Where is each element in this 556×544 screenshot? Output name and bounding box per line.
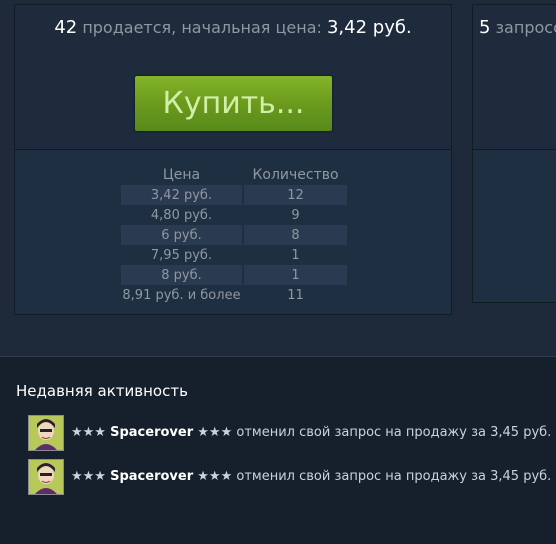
sell-label: продается, начальная цена: [82, 18, 322, 37]
row-quantity: 12 [244, 185, 347, 205]
table-header-row: Цена Количество [121, 165, 347, 185]
table-row: 8 руб. 1 [121, 265, 347, 285]
recent-activity-title: Недавняя активность [16, 382, 188, 400]
activity-item: ★★★ Spacerover ★★★ отменил свой запрос н… [28, 459, 551, 497]
row-price: 4,80 руб. [150, 207, 213, 223]
price-column-header: Цена [162, 167, 201, 183]
activity-description: отменил свой запрос на продажу за 3,45 р… [236, 425, 552, 440]
row-price: 8 руб. [121, 265, 242, 285]
activity-description: отменил свой запрос на продажу за 3,45 р… [236, 469, 552, 484]
buy-count: 5 [479, 17, 491, 38]
buy-label: запросо [495, 18, 556, 37]
avatar[interactable] [28, 459, 64, 495]
sell-summary: 42 продается, начальная цена: 3,42 руб. [15, 17, 451, 38]
avatar-image [29, 460, 63, 494]
sell-order-table: Цена Количество 3,42 руб. 12 4,80 руб. 9… [121, 165, 347, 305]
table-row: 3,42 руб. 12 [121, 185, 347, 205]
row-quantity: 1 [291, 247, 300, 263]
row-price: 8,91 руб. и более [122, 287, 241, 303]
starting-price: 3,42 руб. [326, 17, 412, 38]
rank-stars-right: ★★★ [197, 425, 233, 440]
sell-orders-panel: 42 продается, начальная цена: 3,42 руб. … [14, 4, 452, 315]
avatar-image [29, 416, 63, 450]
buy-button[interactable]: Купить... [135, 76, 332, 131]
sell-panel-separator [15, 149, 451, 150]
table-row: 7,95 руб. 1 [121, 245, 347, 265]
buy-orders-panel: 5 запросо [472, 4, 556, 303]
table-row: 4,80 руб. 9 [121, 205, 347, 225]
quantity-column-header: Количество [252, 167, 339, 183]
row-price: 6 руб. [121, 225, 242, 245]
user-name-link[interactable]: Spacerover [110, 425, 193, 440]
table-row: 6 руб. 8 [121, 225, 347, 245]
row-quantity: 8 [244, 225, 347, 245]
activity-item: ★★★ Spacerover ★★★ отменил свой запрос н… [28, 415, 551, 453]
activity-text: ★★★ Spacerover ★★★ отменил свой запрос н… [71, 469, 551, 484]
buy-panel-separator [473, 149, 556, 150]
user-name-link[interactable]: Spacerover [110, 469, 193, 484]
row-price: 7,95 руб. [150, 247, 213, 263]
table-row: 8,91 руб. и более 11 [121, 285, 347, 305]
rank-stars-left: ★★★ [71, 469, 106, 484]
row-quantity: 11 [287, 287, 304, 303]
buy-summary: 5 запросо [479, 17, 556, 38]
avatar[interactable] [28, 415, 64, 451]
rank-stars-right: ★★★ [197, 469, 233, 484]
row-price: 3,42 руб. [121, 185, 242, 205]
activity-text: ★★★ Spacerover ★★★ отменил свой запрос н… [71, 425, 551, 440]
row-quantity: 1 [244, 265, 347, 285]
row-quantity: 9 [291, 207, 300, 223]
sell-count: 42 [54, 17, 78, 38]
rank-stars-left: ★★★ [71, 425, 106, 440]
